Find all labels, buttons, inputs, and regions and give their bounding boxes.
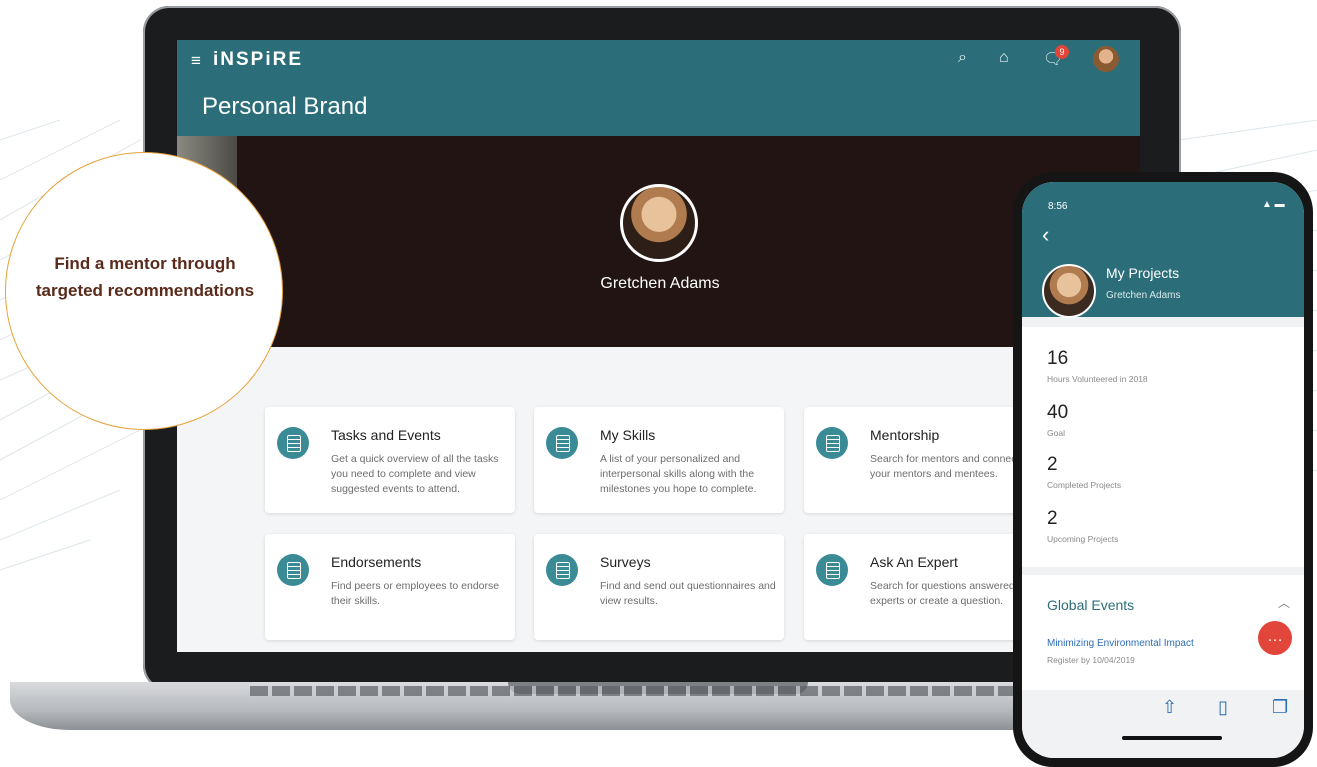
chevron-up-icon[interactable]: ︿ xyxy=(1278,594,1290,611)
phone-avatar xyxy=(1042,264,1096,318)
home-icon[interactable]: ⌂ xyxy=(999,49,1009,67)
menu-icon[interactable]: ≡ xyxy=(191,51,201,71)
back-icon[interactable]: ‹ xyxy=(1042,222,1049,248)
callout-text: Find a mentor through targeted recommend… xyxy=(35,254,255,300)
event-date: Register by 10/04/2019 xyxy=(1047,655,1135,665)
card-description: Find and send out questionnaires and vie… xyxy=(600,580,776,607)
document-icon xyxy=(816,427,848,459)
event-link[interactable]: Minimizing Environmental Impact xyxy=(1047,638,1194,649)
stat-value: 2 xyxy=(1047,454,1058,475)
card-title: Tasks and Events xyxy=(331,427,441,443)
phone-subtitle: Gretchen Adams xyxy=(1106,290,1181,301)
top-navigation-bar xyxy=(177,40,1140,80)
stat-label: Goal xyxy=(1047,428,1065,438)
card-tasks-and-events[interactable]: Tasks and Events Get a quick overview of… xyxy=(265,407,515,513)
chat-icon[interactable]: … xyxy=(1258,621,1292,655)
tabs-icon[interactable]: ❐ xyxy=(1272,697,1288,718)
card-description: Find peers or employees to endorse their… xyxy=(331,580,500,607)
document-icon xyxy=(277,554,309,586)
stat-label: Upcoming Projects xyxy=(1047,534,1119,544)
laptop-screen: ≡ iNSPiRE ⌕ ⌂ 🗨 9 Personal Brand Gretche… xyxy=(177,40,1140,652)
card-description: Get a quick overview of all the tasks yo… xyxy=(331,453,499,495)
document-icon xyxy=(546,554,578,586)
notification-badge: 9 xyxy=(1055,45,1069,59)
app-logo[interactable]: iNSPiRE xyxy=(213,49,303,71)
card-endorsements[interactable]: Endorsements Find peers or employees to … xyxy=(265,534,515,640)
laptop-keyboard xyxy=(250,686,1030,696)
home-indicator xyxy=(1122,736,1222,740)
card-title: Ask An Expert xyxy=(870,554,958,570)
avatar[interactable] xyxy=(1093,46,1119,72)
stat-value: 2 xyxy=(1047,508,1058,529)
profile-avatar[interactable] xyxy=(620,184,698,262)
stat-value: 16 xyxy=(1047,348,1069,369)
card-description: A list of your personalized and interper… xyxy=(600,453,757,495)
profile-name: Gretchen Adams xyxy=(600,275,720,292)
stat-label: Completed Projects xyxy=(1047,480,1122,490)
phone-screen: 8:56 ▲ ▬ ‹ My Projects Gretchen Adams 16… xyxy=(1022,182,1304,758)
bookmarks-icon[interactable]: ▯ xyxy=(1218,697,1228,718)
wifi-battery-icon: ▲ ▬ xyxy=(1262,199,1285,210)
card-my-skills[interactable]: My Skills A list of your personalized an… xyxy=(534,407,784,513)
stat-value: 40 xyxy=(1047,402,1069,423)
card-title: Endorsements xyxy=(331,554,422,570)
events-title[interactable]: Global Events xyxy=(1047,597,1134,613)
search-icon[interactable]: ⌕ xyxy=(958,49,967,67)
stat-label: Hours Volunteered in 2018 xyxy=(1047,374,1148,384)
card-title: Surveys xyxy=(600,554,651,570)
document-icon xyxy=(277,427,309,459)
page-title: Personal Brand xyxy=(202,93,368,120)
document-icon xyxy=(546,427,578,459)
phone-title: My Projects xyxy=(1106,265,1180,281)
status-time: 8:56 xyxy=(1048,201,1068,212)
card-title: My Skills xyxy=(600,427,656,443)
document-icon xyxy=(816,554,848,586)
card-title: Mentorship xyxy=(870,427,940,443)
share-icon[interactable]: ⇧ xyxy=(1162,697,1177,718)
card-surveys[interactable]: Surveys Find and send out questionnaires… xyxy=(534,534,784,640)
